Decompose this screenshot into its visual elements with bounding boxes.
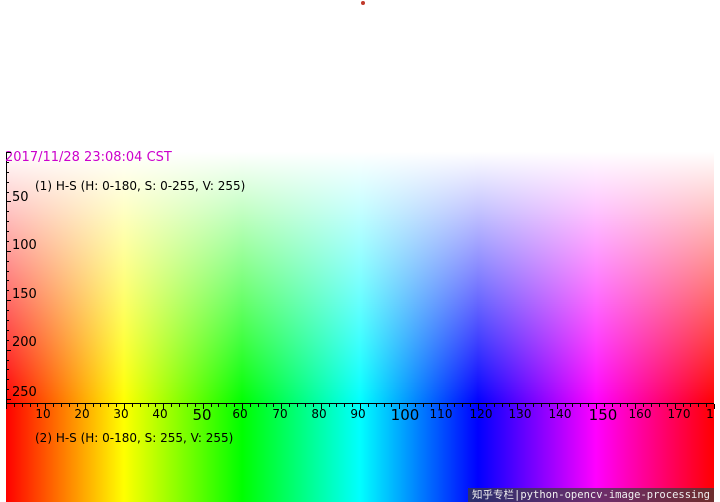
y-tick-label: 50 xyxy=(12,190,29,205)
x-minor-tick xyxy=(580,404,582,407)
x-tick-label: 130 xyxy=(508,407,532,421)
bottom-panel-caption: (2) H-S (H: 0-180, S: 255, V: 255) xyxy=(35,431,234,445)
x-tick-label: 150 xyxy=(588,406,618,424)
x-tick-label: 50 xyxy=(192,406,212,424)
y-minor-tick xyxy=(6,221,9,223)
x-minor-tick xyxy=(375,404,377,407)
x-minor-tick xyxy=(336,404,338,407)
x-minor-tick xyxy=(297,404,299,407)
x-tick-label: 160 xyxy=(628,407,652,421)
y-tick-label: 200 xyxy=(12,335,37,350)
x-minor-tick xyxy=(304,404,306,407)
y-minor-tick xyxy=(6,260,9,262)
x-minor-tick xyxy=(422,404,424,407)
x-tick-label: 120 xyxy=(469,407,493,421)
x-tick-label: 110 xyxy=(429,407,453,421)
x-minor-tick xyxy=(92,404,94,407)
x-tick-label: 80 xyxy=(311,407,327,421)
y-minor-tick xyxy=(6,280,9,282)
x-minor-tick xyxy=(289,404,291,407)
x-minor-tick xyxy=(53,404,55,407)
y-minor-tick xyxy=(6,389,9,391)
y-tick-label: 250 xyxy=(12,385,37,400)
x-minor-tick xyxy=(131,404,133,407)
y-minor-tick xyxy=(6,349,11,351)
y-minor-tick xyxy=(6,399,11,401)
x-minor-tick xyxy=(61,404,63,407)
x-minor-tick xyxy=(186,404,188,407)
x-minor-tick xyxy=(454,404,456,407)
x-minor-tick xyxy=(6,404,7,409)
y-minor-tick xyxy=(6,171,9,173)
x-minor-tick xyxy=(344,404,346,407)
x-minor-tick xyxy=(68,404,70,407)
x-minor-tick xyxy=(171,404,173,407)
x-minor-tick xyxy=(533,404,535,407)
x-tick-label: 70 xyxy=(272,407,288,421)
x-tick-label: 1 xyxy=(706,407,714,421)
y-minor-tick xyxy=(6,379,9,381)
y-minor-tick xyxy=(6,181,9,183)
x-minor-tick xyxy=(658,404,660,407)
y-minor-tick xyxy=(6,211,9,213)
x-minor-tick xyxy=(147,404,149,407)
y-minor-tick xyxy=(6,329,9,331)
x-minor-tick xyxy=(328,404,330,407)
x-minor-tick xyxy=(383,404,385,407)
top-panel-caption: (1) H-S (H: 0-180, S: 0-255, V: 255) xyxy=(35,179,246,193)
x-tick-label: 60 xyxy=(232,407,248,421)
x-minor-tick xyxy=(501,404,503,407)
x-minor-tick xyxy=(13,404,15,407)
y-minor-tick xyxy=(6,250,11,252)
x-minor-tick xyxy=(572,404,574,407)
watermark: 知乎专栏|python-opencv-image-processing xyxy=(468,488,714,502)
x-minor-tick xyxy=(249,404,251,407)
y-minor-tick xyxy=(6,161,9,163)
y-minor-tick xyxy=(6,339,9,341)
x-minor-tick xyxy=(493,404,495,407)
timestamp-label: 2017/11/28 23:08:04 CST xyxy=(5,150,172,165)
x-minor-tick xyxy=(226,404,228,407)
y-minor-tick xyxy=(6,369,9,371)
x-minor-tick xyxy=(714,404,715,409)
x-tick-label: 170 xyxy=(667,407,691,421)
x-minor-tick xyxy=(367,404,369,407)
x-minor-tick xyxy=(698,404,700,407)
x-minor-tick xyxy=(108,404,110,407)
x-tick-label: 20 xyxy=(74,407,90,421)
y-minor-tick xyxy=(6,320,9,321)
y-tick-label: 150 xyxy=(12,287,37,302)
y-tick-label: 100 xyxy=(12,238,37,253)
x-tick-label: 140 xyxy=(548,407,572,421)
y-axis-line xyxy=(6,152,7,404)
x-tick-label: 10 xyxy=(35,407,51,421)
y-minor-tick xyxy=(6,231,9,233)
x-minor-tick xyxy=(139,404,141,407)
x-minor-tick xyxy=(265,404,267,407)
x-minor-tick xyxy=(540,404,542,407)
x-minor-tick xyxy=(218,404,220,407)
y-minor-tick xyxy=(6,191,9,193)
y-minor-tick xyxy=(6,201,11,203)
x-minor-tick xyxy=(179,404,181,407)
x-tick-label: 100 xyxy=(390,406,420,424)
marker-dot xyxy=(361,1,365,5)
y-minor-tick xyxy=(6,310,9,312)
y-minor-tick xyxy=(6,359,9,361)
x-tick-label: 30 xyxy=(113,407,129,421)
x-tick-label: 90 xyxy=(350,407,366,421)
x-minor-tick xyxy=(21,404,23,407)
x-minor-tick xyxy=(690,404,692,407)
y-minor-tick xyxy=(6,270,9,272)
x-minor-tick xyxy=(100,404,102,407)
x-minor-tick xyxy=(619,404,621,407)
x-minor-tick xyxy=(462,404,464,407)
x-minor-tick xyxy=(29,404,31,407)
y-minor-tick xyxy=(6,152,11,153)
x-tick-label: 40 xyxy=(152,407,168,421)
x-minor-tick xyxy=(257,404,259,407)
y-minor-tick xyxy=(6,300,11,302)
y-minor-tick xyxy=(6,240,9,242)
y-minor-tick xyxy=(6,290,9,292)
